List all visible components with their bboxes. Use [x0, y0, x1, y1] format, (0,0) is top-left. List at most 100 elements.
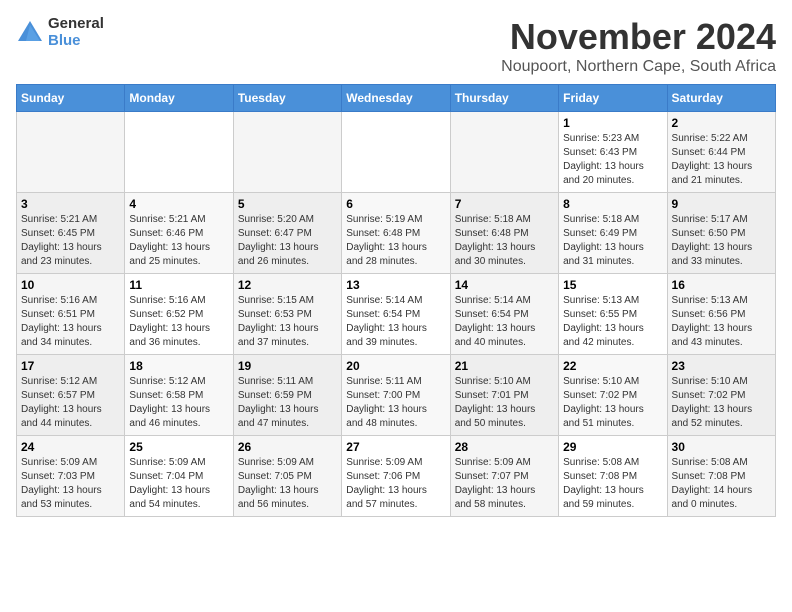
calendar-week-row: 10 Sunrise: 5:16 AM Sunset: 6:51 PM Dayli… [17, 274, 776, 355]
calendar-day-cell: 28 Sunrise: 5:09 AM Sunset: 7:07 PM Dayli… [450, 436, 558, 517]
day-number: 3 [21, 197, 120, 211]
day-info: Sunrise: 5:13 AM Sunset: 6:55 PM Dayligh… [563, 294, 662, 350]
calendar-day-cell: 4 Sunrise: 5:21 AM Sunset: 6:46 PM Daylig… [125, 193, 233, 274]
day-number: 18 [129, 359, 228, 373]
weekday-header-row: SundayMondayTuesdayWednesdayThursdayFrid… [17, 85, 776, 112]
day-number: 4 [129, 197, 228, 211]
calendar-day-cell: 11Sunrise: 5:16 AM Sunset: 6:52 PM Dayli… [125, 274, 233, 355]
day-number: 6 [346, 197, 445, 211]
calendar-day-cell: 13 Sunrise: 5:14 AM Sunset: 6:54 PM Dayli… [342, 274, 450, 355]
title-section: November 2024 Noupoort, Northern Cape, S… [501, 16, 776, 76]
day-number: 14 [455, 278, 554, 292]
calendar-empty-cell [342, 112, 450, 193]
day-info: Sunrise: 5:09 AM Sunset: 7:07 PM Dayligh… [455, 456, 554, 512]
weekday-header-monday: Monday [125, 85, 233, 112]
calendar-day-cell: 3 Sunrise: 5:21 AM Sunset: 6:45 PM Daylig… [17, 193, 125, 274]
day-info: Sunrise: 5:14 AM Sunset: 6:54 PM Dayligh… [346, 294, 445, 350]
logo-general: General [48, 15, 104, 32]
day-number: 16 [672, 278, 771, 292]
day-number: 13 [346, 278, 445, 292]
logo-blue: Blue [48, 32, 81, 49]
logo-icon [16, 19, 44, 47]
day-info: Sunrise: 5:08 AM Sunset: 7:08 PM Dayligh… [672, 456, 771, 512]
day-info: Sunrise: 5:19 AM Sunset: 6:48 PM Dayligh… [346, 213, 445, 269]
day-info: Sunrise: 5:10 AM Sunset: 7:02 PM Dayligh… [563, 375, 662, 431]
calendar-table: SundayMondayTuesdayWednesdayThursdayFrid… [16, 84, 776, 517]
calendar-day-cell: 6 Sunrise: 5:19 AM Sunset: 6:48 PM Daylig… [342, 193, 450, 274]
day-number: 24 [21, 440, 120, 454]
day-info: Sunrise: 5:09 AM Sunset: 7:04 PM Dayligh… [129, 456, 228, 512]
day-info: Sunrise: 5:11 AM Sunset: 6:59 PM Dayligh… [238, 375, 337, 431]
day-info: Sunrise: 5:18 AM Sunset: 6:48 PM Dayligh… [455, 213, 554, 269]
day-info: Sunrise: 5:21 AM Sunset: 6:46 PM Dayligh… [129, 213, 228, 269]
calendar-day-cell: 27Sunrise: 5:09 AM Sunset: 7:06 PM Dayli… [342, 436, 450, 517]
day-number: 5 [238, 197, 337, 211]
calendar-day-cell: 1 Sunrise: 5:23 AM Sunset: 6:43 PM Daylig… [559, 112, 667, 193]
calendar-week-row: 17 Sunrise: 5:12 AM Sunset: 6:57 PM Dayli… [17, 355, 776, 436]
day-number: 29 [563, 440, 662, 454]
calendar-empty-cell [233, 112, 341, 193]
day-number: 28 [455, 440, 554, 454]
day-info: Sunrise: 5:18 AM Sunset: 6:49 PM Dayligh… [563, 213, 662, 269]
location-title: Noupoort, Northern Cape, South Africa [501, 58, 776, 76]
calendar-day-cell: 26 Sunrise: 5:09 AM Sunset: 7:05 PM Dayli… [233, 436, 341, 517]
calendar-day-cell: 12Sunrise: 5:15 AM Sunset: 6:53 PM Dayli… [233, 274, 341, 355]
day-info: Sunrise: 5:22 AM Sunset: 6:44 PM Dayligh… [672, 132, 771, 188]
calendar-day-cell: 19 Sunrise: 5:11 AM Sunset: 6:59 PM Dayli… [233, 355, 341, 436]
calendar-day-cell: 2Sunrise: 5:22 AM Sunset: 6:44 PM Daylig… [667, 112, 775, 193]
calendar-day-cell: 14 Sunrise: 5:14 AM Sunset: 6:54 PM Dayli… [450, 274, 558, 355]
weekday-header-wednesday: Wednesday [342, 85, 450, 112]
day-info: Sunrise: 5:16 AM Sunset: 6:52 PM Dayligh… [129, 294, 228, 350]
calendar-day-cell: 18Sunrise: 5:12 AM Sunset: 6:58 PM Dayli… [125, 355, 233, 436]
day-number: 21 [455, 359, 554, 373]
day-number: 1 [563, 116, 662, 130]
day-info: Sunrise: 5:09 AM Sunset: 7:05 PM Dayligh… [238, 456, 337, 512]
day-number: 15 [563, 278, 662, 292]
day-number: 20 [346, 359, 445, 373]
day-info: Sunrise: 5:16 AM Sunset: 6:51 PM Dayligh… [21, 294, 120, 350]
day-info: Sunrise: 5:11 AM Sunset: 7:00 PM Dayligh… [346, 375, 445, 431]
day-info: Sunrise: 5:10 AM Sunset: 7:01 PM Dayligh… [455, 375, 554, 431]
weekday-header-friday: Friday [559, 85, 667, 112]
day-number: 23 [672, 359, 771, 373]
calendar-day-cell: 17 Sunrise: 5:12 AM Sunset: 6:57 PM Dayli… [17, 355, 125, 436]
weekday-header-sunday: Sunday [17, 85, 125, 112]
calendar-day-cell: 24Sunrise: 5:09 AM Sunset: 7:03 PM Dayli… [17, 436, 125, 517]
day-info: Sunrise: 5:09 AM Sunset: 7:06 PM Dayligh… [346, 456, 445, 512]
calendar-day-cell: 8 Sunrise: 5:18 AM Sunset: 6:49 PM Daylig… [559, 193, 667, 274]
day-number: 8 [563, 197, 662, 211]
day-number: 19 [238, 359, 337, 373]
calendar-week-row: 24Sunrise: 5:09 AM Sunset: 7:03 PM Dayli… [17, 436, 776, 517]
day-number: 17 [21, 359, 120, 373]
calendar-day-cell: 9 Sunrise: 5:17 AM Sunset: 6:50 PM Daylig… [667, 193, 775, 274]
calendar-day-cell: 20 Sunrise: 5:11 AM Sunset: 7:00 PM Dayli… [342, 355, 450, 436]
logo: General Blue [16, 16, 104, 49]
day-number: 26 [238, 440, 337, 454]
calendar-week-row: 1 Sunrise: 5:23 AM Sunset: 6:43 PM Daylig… [17, 112, 776, 193]
day-info: Sunrise: 5:13 AM Sunset: 6:56 PM Dayligh… [672, 294, 771, 350]
day-info: Sunrise: 5:08 AM Sunset: 7:08 PM Dayligh… [563, 456, 662, 512]
day-number: 7 [455, 197, 554, 211]
calendar-week-row: 3 Sunrise: 5:21 AM Sunset: 6:45 PM Daylig… [17, 193, 776, 274]
calendar-day-cell: 30 Sunrise: 5:08 AM Sunset: 7:08 PM Dayli… [667, 436, 775, 517]
day-number: 30 [672, 440, 771, 454]
weekday-header-saturday: Saturday [667, 85, 775, 112]
calendar-day-cell: 15 Sunrise: 5:13 AM Sunset: 6:55 PM Dayli… [559, 274, 667, 355]
calendar-day-cell: 21 Sunrise: 5:10 AM Sunset: 7:01 PM Dayli… [450, 355, 558, 436]
calendar-day-cell: 23Sunrise: 5:10 AM Sunset: 7:02 PM Dayli… [667, 355, 775, 436]
day-info: Sunrise: 5:12 AM Sunset: 6:57 PM Dayligh… [21, 375, 120, 431]
day-info: Sunrise: 5:14 AM Sunset: 6:54 PM Dayligh… [455, 294, 554, 350]
day-number: 25 [129, 440, 228, 454]
day-info: Sunrise: 5:20 AM Sunset: 6:47 PM Dayligh… [238, 213, 337, 269]
day-info: Sunrise: 5:21 AM Sunset: 6:45 PM Dayligh… [21, 213, 120, 269]
calendar-day-cell: 5 Sunrise: 5:20 AM Sunset: 6:47 PM Daylig… [233, 193, 341, 274]
calendar-empty-cell [450, 112, 558, 193]
calendar-day-cell: 10 Sunrise: 5:16 AM Sunset: 6:51 PM Dayli… [17, 274, 125, 355]
day-number: 12 [238, 278, 337, 292]
day-number: 22 [563, 359, 662, 373]
day-number: 10 [21, 278, 120, 292]
day-number: 9 [672, 197, 771, 211]
day-info: Sunrise: 5:17 AM Sunset: 6:50 PM Dayligh… [672, 213, 771, 269]
calendar-day-cell: 16 Sunrise: 5:13 AM Sunset: 6:56 PM Dayli… [667, 274, 775, 355]
day-info: Sunrise: 5:23 AM Sunset: 6:43 PM Dayligh… [563, 132, 662, 188]
